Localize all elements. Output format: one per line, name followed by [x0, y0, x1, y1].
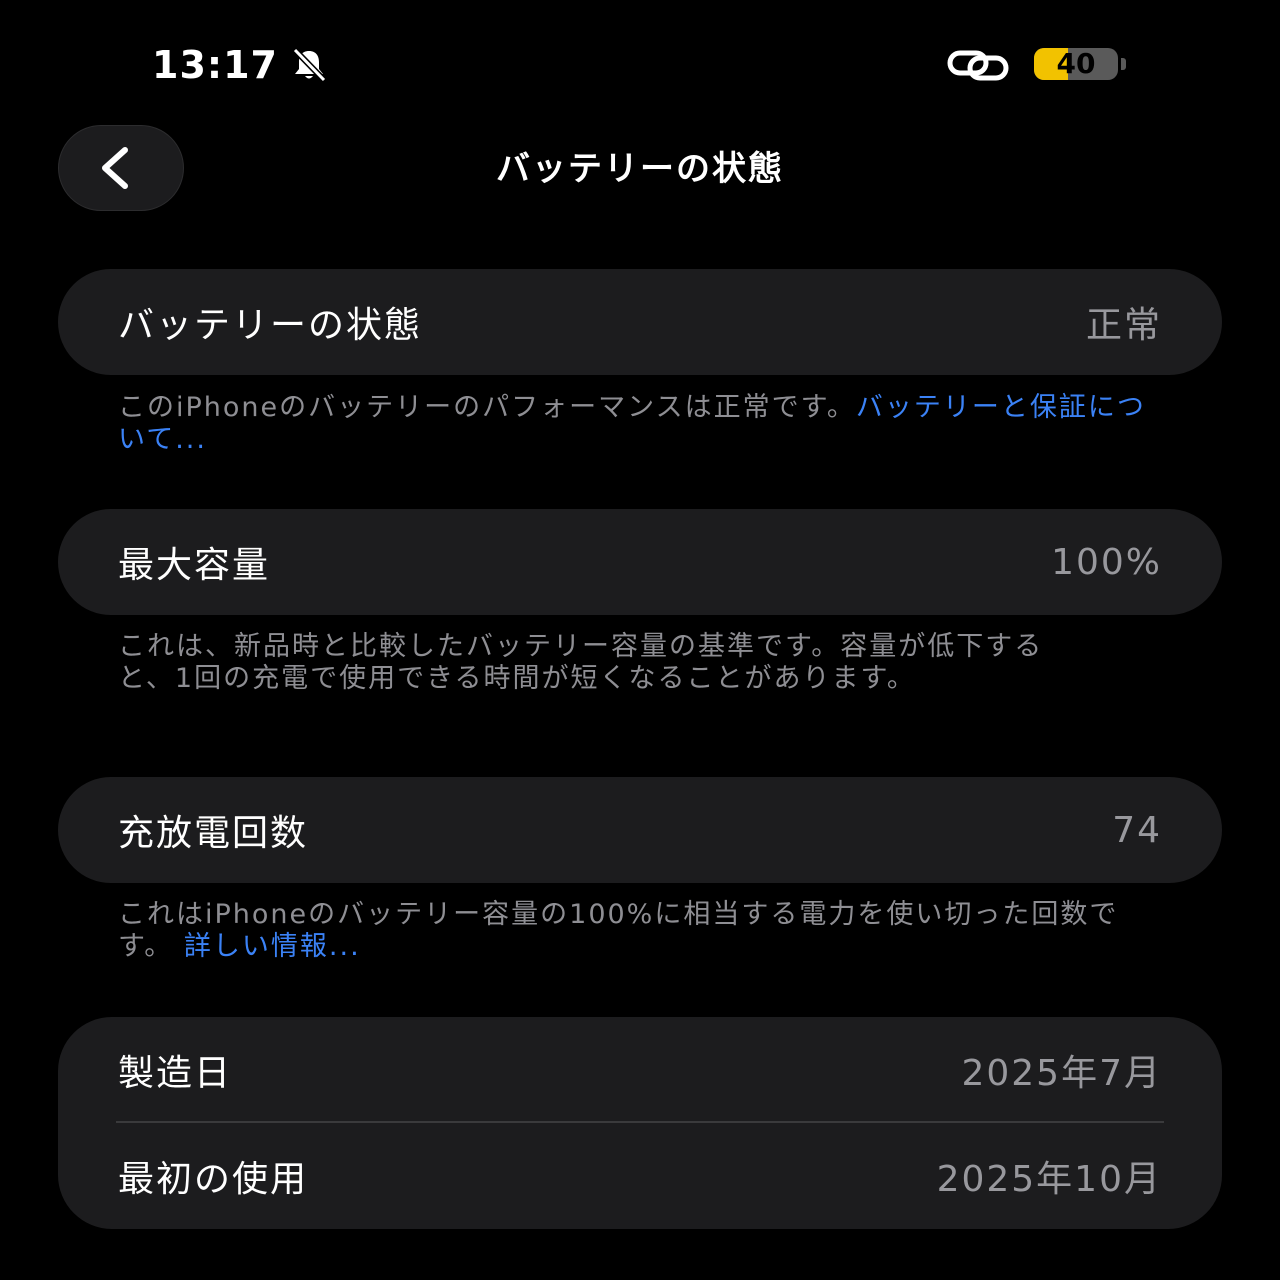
- battery-health-card: バッテリーの状態 正常: [58, 269, 1222, 375]
- cycle-count-card: 充放電回数 74: [58, 777, 1222, 883]
- max-capacity-value: 100%: [1051, 541, 1162, 583]
- max-capacity-footnote: これは、新品時と比較したバッテリー容量の基準です。容量が低下すると、1回の充電で…: [118, 631, 1098, 695]
- page-title: バッテリーの状態: [496, 149, 784, 189]
- max-capacity-footnote-text: これは、新品時と比較したバッテリー容量の基準です。容量が低下すると、1回の充電で…: [118, 631, 1044, 694]
- cycle-count-row: 充放電回数 74: [58, 777, 1222, 883]
- learn-more-link[interactable]: 詳しい情報...: [184, 931, 361, 962]
- first-use-label: 最初の使用: [118, 1159, 309, 1200]
- dates-card: 製造日 2025年7月 最初の使用 2025年10月: [58, 1017, 1222, 1229]
- battery-tip: [1121, 58, 1126, 70]
- max-capacity-card: 最大容量 100%: [58, 509, 1222, 615]
- battery-health-footnote: このiPhoneのバッテリーのパフォーマンスは正常です。バッテリーと保証について…: [118, 392, 1148, 456]
- battery-health-footnote-text: このiPhoneのバッテリーのパフォーマンスは正常です。: [118, 392, 856, 423]
- manufacture-date-value: 2025年7月: [961, 1053, 1162, 1094]
- bell-slash-icon: [288, 44, 330, 86]
- manufacture-date-row: 製造日 2025年7月: [58, 1017, 1222, 1123]
- cycle-count-value: 74: [1112, 809, 1162, 851]
- battery-level: 40: [1056, 48, 1096, 80]
- battery-icon: 40: [1034, 48, 1118, 80]
- battery-health-row: バッテリーの状態 正常: [58, 269, 1222, 375]
- max-capacity-row: 最大容量 100%: [58, 509, 1222, 615]
- first-use-value: 2025年10月: [936, 1159, 1162, 1200]
- status-bar-time-group: 13:17: [152, 40, 330, 90]
- max-capacity-label: 最大容量: [118, 545, 271, 586]
- link-icon: [946, 44, 1012, 86]
- cycle-count-footnote: これはiPhoneのバッテリー容量の100%に相当する電力を使い切った回数です。…: [118, 899, 1148, 963]
- battery-health-label: バッテリーの状態: [118, 305, 423, 346]
- battery-health-screen: 13:17 40 バッテリーの状態 バッテリーの状態 正常 このiPhoneのバ…: [0, 0, 1280, 1280]
- first-use-row: 最初の使用 2025年10月: [58, 1123, 1222, 1229]
- cycle-count-label: 充放電回数: [118, 813, 309, 854]
- battery-health-value: 正常: [1085, 305, 1162, 346]
- manufacture-date-label: 製造日: [118, 1053, 233, 1094]
- status-time: 13:17: [152, 43, 278, 87]
